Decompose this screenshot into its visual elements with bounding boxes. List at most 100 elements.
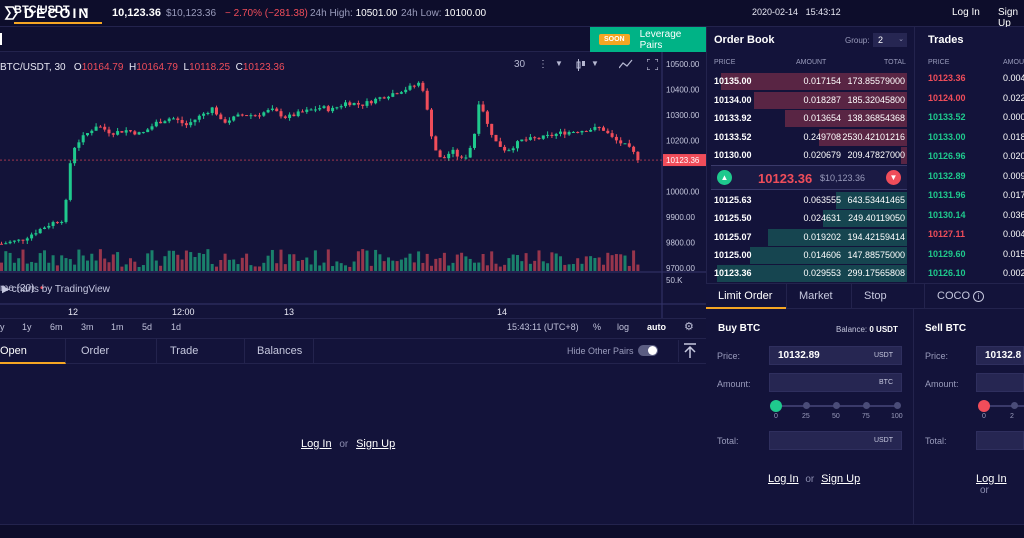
arrow-up-icon[interactable]: ▲ <box>717 170 732 185</box>
sell-price-input[interactable]: 10132.8 <box>976 346 1024 365</box>
sell-slider-label: 0 <box>982 413 986 420</box>
candle-body <box>352 102 356 106</box>
sell-total-input[interactable] <box>976 431 1024 450</box>
arrow-down-icon[interactable]: ▼ <box>886 170 901 185</box>
tab-stop-limit[interactable]: Stop Limit <box>851 283 924 328</box>
trade-price: 10130.14 <box>928 209 966 220</box>
more-vertical-icon[interactable]: ⋮ <box>538 59 548 70</box>
ask-price: 10130.00 <box>714 150 752 160</box>
ask-row[interactable]: 10135.00 0.017154 173.85579000 <box>711 73 907 90</box>
buy-slider-mark[interactable] <box>863 402 870 409</box>
sell-slider-track[interactable] <box>984 405 1024 407</box>
sell-amount-input[interactable] <box>976 373 1024 392</box>
tab-limit-order[interactable]: Limit Order <box>706 283 786 309</box>
bid-row[interactable]: 10125.07 0.019202 194.42159414 <box>711 228 907 246</box>
volume-bar <box>421 262 425 271</box>
trade-price: 10126.96 <box>928 151 966 161</box>
volume-bar <box>352 261 356 271</box>
range-all[interactable]: y <box>0 322 5 332</box>
range-1y[interactable]: 1y <box>22 322 32 332</box>
buy-slider-mark[interactable] <box>833 402 840 409</box>
tab-market[interactable]: Market <box>786 283 851 309</box>
candlestick-chart[interactable]: 10123.36 10500.00 10400.00 10300.00 10200.00… <box>0 52 706 338</box>
volume-bar <box>38 253 42 271</box>
range-3m[interactable]: 3m <box>81 322 94 332</box>
candle-body <box>348 102 352 106</box>
volume-bar <box>554 253 558 271</box>
candle-body <box>623 143 627 145</box>
tab-open-orders[interactable]: Open Orders <box>0 338 66 383</box>
range-6m[interactable]: 6m <box>50 322 63 332</box>
buy-price-input[interactable]: 10132.89 USDT <box>769 346 902 365</box>
group-select[interactable]: 2 ⌄ <box>873 33 907 47</box>
buy-signup-link[interactable]: Sign Up <box>821 473 860 485</box>
tab-order-history[interactable]: Order History <box>66 338 157 383</box>
ask-row[interactable]: 10130.00 0.020679 209.47827000 <box>711 147 907 164</box>
fullscreen-icon[interactable] <box>646 58 659 73</box>
log-scale-button[interactable]: log <box>617 322 629 332</box>
candle-body <box>68 163 72 200</box>
tab-coco[interactable]: COCO i <box>924 283 1024 309</box>
candle-body <box>541 135 545 139</box>
candle-body <box>326 106 330 112</box>
range-5d[interactable]: 5d <box>142 322 152 332</box>
ask-row[interactable]: 10134.00 0.018287 185.32045800 <box>711 91 907 109</box>
orders-signup-link[interactable]: Sign Up <box>356 438 395 450</box>
ask-row[interactable]: 10133.92 0.013654 138.36854368 <box>711 110 907 127</box>
header-login-link[interactable]: Log In <box>952 7 980 18</box>
volume-bar <box>240 257 244 271</box>
ask-price: 10133.52 <box>714 131 752 142</box>
candle-body <box>107 129 111 134</box>
candle-type-icon[interactable] <box>576 59 586 74</box>
sidebar-collapse-icon[interactable] <box>0 33 6 45</box>
buy-slider-handle[interactable] <box>770 400 782 412</box>
tab-trade-history[interactable]: Trade History <box>157 338 245 383</box>
price-chart[interactable]: 10123.36 10500.00 10400.00 10300.00 10200.00… <box>0 52 706 338</box>
gear-icon[interactable]: ⚙ <box>684 320 694 333</box>
chevron-down-icon[interactable]: ▼ <box>591 59 599 68</box>
sell-slider-label: 2 <box>1010 413 1014 420</box>
pair-selector[interactable]: BTC/USDT ▼ <box>14 4 90 16</box>
percent-scale-button[interactable]: % <box>593 322 601 332</box>
sell-login-link[interactable]: Log In <box>976 473 1007 485</box>
bid-row[interactable]: 10125.63 0.063555 643.53441465 <box>711 192 907 209</box>
info-icon[interactable]: i <box>973 291 984 302</box>
candle-body <box>176 118 180 121</box>
tab-balances[interactable]: Balances <box>245 338 314 364</box>
header-signup-link[interactable]: Sign Up <box>998 7 1024 29</box>
indicators-icon[interactable] <box>618 59 633 72</box>
orders-login-link[interactable]: Log In <box>301 438 332 450</box>
auto-scale-button[interactable]: auto <box>647 322 666 332</box>
bid-row[interactable]: 10125.00 0.014606 147.88575000 <box>711 246 907 264</box>
candle-body <box>206 112 210 114</box>
volume-bar <box>322 262 326 271</box>
scroll-top-icon[interactable] <box>678 340 700 362</box>
sell-slider-handle[interactable] <box>978 400 990 412</box>
chevron-down-icon[interactable]: ▼ <box>555 59 563 68</box>
buy-amount-input[interactable]: BTC <box>769 373 902 392</box>
sell-slider-mark[interactable] <box>1011 402 1018 409</box>
buy-slider-mark[interactable] <box>803 402 810 409</box>
candle-body <box>442 157 446 159</box>
volume-tick-label: 50.K <box>666 276 683 285</box>
candle-body <box>51 222 55 226</box>
leverage-pairs-button[interactable]: SOON Leverage Pairs <box>590 27 706 52</box>
tradingview-watermark[interactable]: ▶ charts by TradingView <box>2 284 110 295</box>
range-1m[interactable]: 1m <box>111 322 124 332</box>
buy-login-link[interactable]: Log In <box>768 473 799 485</box>
trade-price: 10126.10 <box>928 268 966 278</box>
bid-amount: 0.029553 <box>803 268 841 279</box>
price-tick-label: 9900.00 <box>666 213 695 222</box>
bid-row[interactable]: 10123.36 0.029553 299.17565808 <box>711 265 907 283</box>
ask-row[interactable]: 10133.52 0.249708 2530.42101216 <box>711 128 907 146</box>
candle-body <box>408 85 412 90</box>
candle-body <box>253 115 257 117</box>
hide-other-pairs-toggle[interactable] <box>638 345 658 356</box>
range-1d[interactable]: 1d <box>171 322 181 332</box>
buy-total-input[interactable]: USDT <box>769 431 902 450</box>
volume-bar <box>597 257 601 271</box>
interval-select[interactable]: 30 <box>514 59 525 70</box>
bid-row[interactable]: 10125.50 0.024631 249.40119050 <box>711 210 907 228</box>
candle-body <box>279 111 283 117</box>
buy-slider-mark[interactable] <box>894 402 901 409</box>
